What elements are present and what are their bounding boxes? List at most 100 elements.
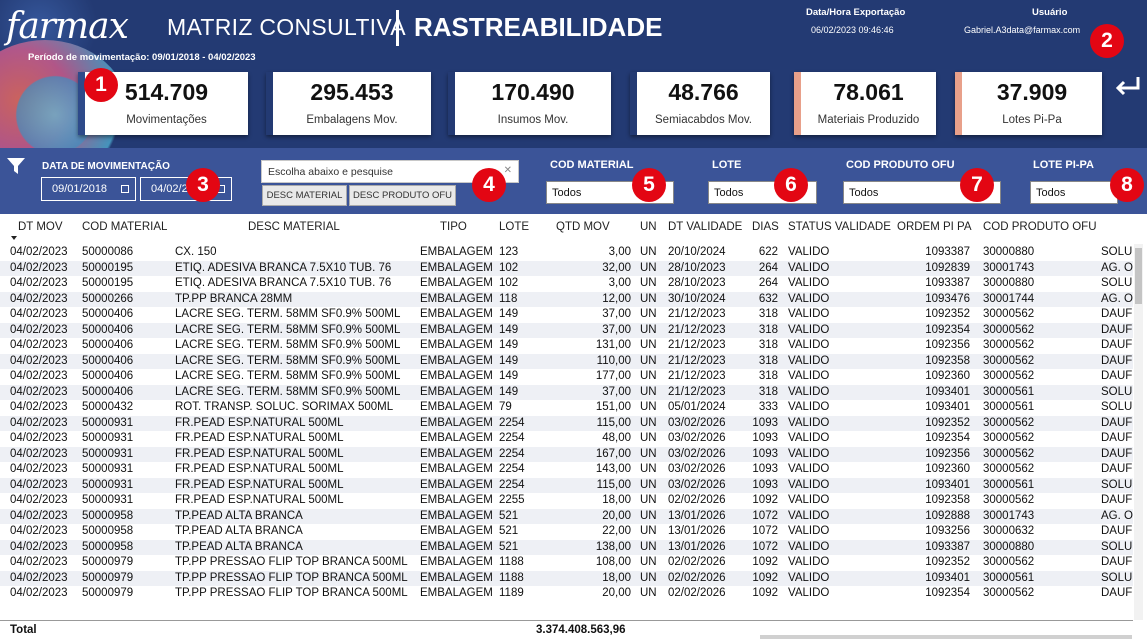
table-cell: 149 [499, 370, 519, 382]
table-row[interactable]: 04/02/2023 50000086 CX. 150 EMBALAGEM 123 3,0… [0, 245, 1133, 261]
table-row[interactable]: 04/02/2023 50000406 LACRE SEG. TERM. 58MM … [0, 384, 1133, 400]
table-row[interactable]: 04/02/2023 50000195 ETIQ. ADESIVA BRANCA 7… [0, 276, 1133, 292]
table-row[interactable]: 04/02/2023 50000195 ETIQ. ADESIVA BRANCA 7… [0, 260, 1133, 276]
column-header[interactable]: DESC MATERIAL [248, 221, 340, 233]
table-row[interactable]: 04/02/2023 50000931 FR.PEAD ESP.NATURAL 50… [0, 462, 1133, 478]
table-cell: 04/02/2023 [10, 447, 68, 460]
kpi-label: Movimentações [126, 114, 207, 126]
table-cell: 04/02/2023 [10, 463, 68, 475]
table-cell: 30000561 [983, 401, 1035, 413]
table-cell: 50000406 [82, 385, 134, 398]
table-cell: UN [640, 370, 657, 382]
table-row[interactable]: 04/02/2023 50000979 TP.PP PRESSAO FLIP TOP… [0, 555, 1133, 571]
table-row[interactable]: 04/02/2023 50000931 FR.PEAD ESP.NATURAL 50… [0, 415, 1133, 431]
table-row[interactable]: 04/02/2023 50000931 FR.PEAD ESP.NATURAL 50… [0, 446, 1133, 462]
table-cell: 04/02/2023 [10, 401, 68, 413]
table-cell: 04/02/2023 [10, 385, 68, 398]
table-row[interactable]: 04/02/2023 50000406 LACRE SEG. TERM. 58MM … [0, 307, 1133, 323]
table-cell: 1093387 [925, 540, 970, 553]
table-cell: 149 [499, 339, 519, 351]
table-cell: 1092 [752, 587, 778, 599]
kpi-label: Lotes Pi-Pa [1002, 114, 1062, 126]
table-cell: 1092354 [925, 323, 970, 336]
callout-badge-3: 3 [186, 168, 220, 202]
table-cell: TP.PEAD ALTA BRANCA [175, 509, 303, 522]
table-cell: CX. 150 [175, 246, 217, 258]
table-cell: 21/12/2023 [668, 323, 726, 336]
column-header[interactable]: COD PRODUTO OFU [983, 221, 1097, 233]
calendar-icon[interactable] [121, 185, 129, 193]
column-header[interactable]: QTD MOV [556, 221, 610, 233]
table-cell: DAUF [1101, 354, 1133, 367]
vertical-scrollbar[interactable] [1134, 244, 1143, 620]
date-start-value: 09/01/2018 [52, 183, 108, 195]
table-cell: 50000931 [82, 416, 134, 429]
back-arrow-icon[interactable] [1112, 72, 1144, 100]
table-cell: 30000562 [983, 370, 1035, 382]
column-header[interactable]: COD MATERIAL [82, 221, 167, 233]
table-cell: 1092354 [925, 587, 970, 599]
table-cell: 18,00 [602, 571, 631, 584]
kpi-value: 295.453 [310, 79, 394, 105]
table-cell: SOLUC [1101, 571, 1133, 584]
table-row[interactable]: 04/02/2023 50000406 LACRE SEG. TERM. 58MM … [0, 322, 1133, 338]
table-cell: 30000562 [983, 587, 1035, 599]
table-cell: EMBALAGEM [420, 447, 493, 460]
table-cell: 02/02/2026 [668, 556, 726, 568]
scrollbar-thumb[interactable] [1135, 248, 1142, 304]
table-row[interactable]: 04/02/2023 50000979 TP.PP PRESSAO FLIP TOP… [0, 570, 1133, 586]
table-cell: ROT. TRANSP. SOLUC. SORIMAX 500ML [175, 401, 394, 413]
column-header[interactable]: DIAS [752, 221, 779, 233]
table-cell: 1093387 [925, 246, 970, 258]
table-row[interactable]: 04/02/2023 50000958 TP.PEAD ALTA BRANCA EMB… [0, 539, 1133, 555]
table-cell: 22,00 [602, 525, 631, 537]
table-row[interactable]: 04/02/2023 50000979 TP.PP PRESSAO FLIP TOP… [0, 586, 1133, 602]
table-cell: 21/12/2023 [668, 354, 726, 367]
table-cell: 30000561 [983, 478, 1035, 491]
table-row[interactable]: 04/02/2023 50000406 LACRE SEG. TERM. 58MM … [0, 353, 1133, 369]
column-header[interactable]: STATUS VALIDADE [788, 221, 891, 233]
column-header[interactable]: LOTE [499, 221, 529, 233]
desc-produto-ofu-button[interactable]: DESC PRODUTO OFU [349, 185, 456, 206]
table-row[interactable]: 04/02/2023 50000958 TP.PEAD ALTA BRANCA EMB… [0, 508, 1133, 524]
table-row[interactable]: 04/02/2023 50000406 LACRE SEG. TERM. 58MM … [0, 369, 1133, 385]
sort-descending-icon[interactable] [11, 236, 17, 240]
table-cell: VALIDO [788, 571, 830, 584]
table-row[interactable]: 04/02/2023 50000931 FR.PEAD ESP.NATURAL 50… [0, 431, 1133, 447]
column-header[interactable]: TIPO [440, 221, 467, 233]
table-cell: 102 [499, 277, 519, 289]
table-cell: 30000562 [983, 494, 1035, 506]
table-cell: 37,00 [602, 385, 631, 398]
table-cell: VALIDO [788, 261, 830, 274]
table-cell: EMBALAGEM [420, 370, 493, 382]
table-cell: FR.PEAD ESP.NATURAL 500ML [175, 494, 344, 506]
table-cell: EMBALAGEM [420, 478, 493, 491]
table-row[interactable]: 04/02/2023 50000931 FR.PEAD ESP.NATURAL 50… [0, 493, 1133, 509]
table-row[interactable]: 04/02/2023 50000266 TP.PP BRANCA 28MM EMBAL… [0, 291, 1133, 307]
table-cell: 1092360 [925, 463, 970, 475]
table-cell: AG. O> [1101, 292, 1133, 305]
table-cell: 21/12/2023 [668, 308, 726, 320]
table-row[interactable]: 04/02/2023 50000958 TP.PEAD ALTA BRANCA EMB… [0, 524, 1133, 540]
table-cell: 1092839 [925, 261, 970, 274]
column-header[interactable]: DT MOV [18, 221, 63, 233]
table-cell: 50000195 [82, 261, 134, 274]
kpi-label: Semiacabdos Mov. [655, 114, 752, 126]
table-cell: 03/02/2026 [668, 478, 726, 491]
table-cell: EMBALAGEM [420, 587, 493, 599]
table-cell: VALIDO [788, 463, 830, 475]
table-cell: 149 [499, 385, 519, 398]
lote-pipa-select[interactable]: Todos [1030, 181, 1118, 204]
desc-material-button[interactable]: DESC MATERIAL [262, 185, 347, 206]
table-cell: SOLUC [1101, 401, 1133, 413]
column-header[interactable]: ORDEM PI PA [897, 221, 972, 233]
column-header[interactable]: UN [640, 221, 657, 233]
table-row[interactable]: 04/02/2023 50000931 FR.PEAD ESP.NATURAL 50… [0, 477, 1133, 493]
table-row[interactable]: 04/02/2023 50000406 LACRE SEG. TERM. 58MM … [0, 338, 1133, 354]
close-icon[interactable]: ✕ [504, 165, 512, 176]
horizontal-scrollbar[interactable] [760, 635, 1132, 639]
table-row[interactable]: 04/02/2023 50000432 ROT. TRANSP. SOLUC. SO… [0, 400, 1133, 416]
table-cell: 79 [499, 401, 512, 413]
column-header[interactable]: DT VALIDADE [668, 221, 742, 233]
date-start-input[interactable]: 09/01/2018 [41, 177, 136, 201]
